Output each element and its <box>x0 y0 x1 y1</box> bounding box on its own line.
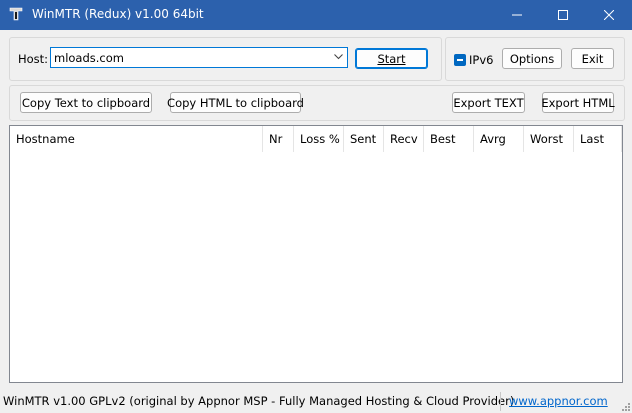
export-text-label: Export TEXT <box>453 95 524 110</box>
close-button[interactable] <box>586 0 632 30</box>
chevron-down-icon[interactable] <box>334 54 343 60</box>
title-bar[interactable]: WinMTR (Redux) v1.00 64bit <box>0 0 632 30</box>
options-button[interactable]: Options <box>502 48 562 69</box>
ipv6-label[interactable]: IPv6 <box>469 53 493 67</box>
column-header-recv[interactable]: Recv <box>384 126 424 152</box>
app-icon <box>9 7 23 21</box>
status-text: WinMTR v1.00 GPLv2 (original by Appnor M… <box>3 394 515 408</box>
minimize-button[interactable] <box>494 0 540 30</box>
column-header-loss[interactable]: Loss % <box>294 126 344 152</box>
copy-text-label: Copy Text to clipboard <box>21 95 151 110</box>
column-header-sent[interactable]: Sent <box>344 126 384 152</box>
host-combobox[interactable]: mloads.com <box>50 47 348 68</box>
column-header-nr[interactable]: Nr <box>263 126 294 152</box>
table-header: Hostname Nr Loss % Sent Recv Best Avrg W… <box>10 126 622 152</box>
window-title: WinMTR (Redux) v1.00 64bit <box>32 7 204 21</box>
column-header-worst[interactable]: Worst <box>524 126 574 152</box>
ipv6-checkbox[interactable] <box>454 54 466 66</box>
exit-button[interactable]: Exit <box>571 48 614 69</box>
maximize-icon <box>558 10 568 20</box>
resize-grip-icon[interactable] <box>620 401 630 411</box>
column-header-best[interactable]: Best <box>424 126 474 152</box>
results-table[interactable]: Hostname Nr Loss % Sent Recv Best Avrg W… <box>9 125 623 383</box>
start-button-label: Start <box>377 51 406 66</box>
column-header-last[interactable]: Last <box>574 126 622 152</box>
exit-button-label: Exit <box>581 51 604 66</box>
copy-html-label: Copy HTML to clipboard <box>167 95 304 110</box>
column-header-hostname[interactable]: Hostname <box>10 126 263 152</box>
minimize-icon <box>512 14 522 16</box>
status-divider <box>500 392 501 411</box>
copy-html-button[interactable]: Copy HTML to clipboard <box>167 92 304 113</box>
indeterminate-mark-icon <box>457 59 463 61</box>
export-html-label: Export HTML <box>541 95 615 110</box>
host-input[interactable]: mloads.com <box>54 51 124 65</box>
copy-text-button[interactable]: Copy Text to clipboard <box>20 92 152 113</box>
host-label: Host: <box>18 52 49 66</box>
export-text-button[interactable]: Export TEXT <box>452 92 525 113</box>
export-html-button[interactable]: Export HTML <box>541 92 615 113</box>
options-button-label: Options <box>509 51 555 66</box>
close-icon <box>604 10 614 20</box>
start-button[interactable]: Start <box>355 48 428 69</box>
website-link[interactable]: www.appnor.com <box>509 394 608 408</box>
column-header-avrg[interactable]: Avrg <box>474 126 524 152</box>
maximize-button[interactable] <box>540 0 586 30</box>
status-bar: WinMTR v1.00 GPLv2 (original by Appnor M… <box>0 390 632 413</box>
